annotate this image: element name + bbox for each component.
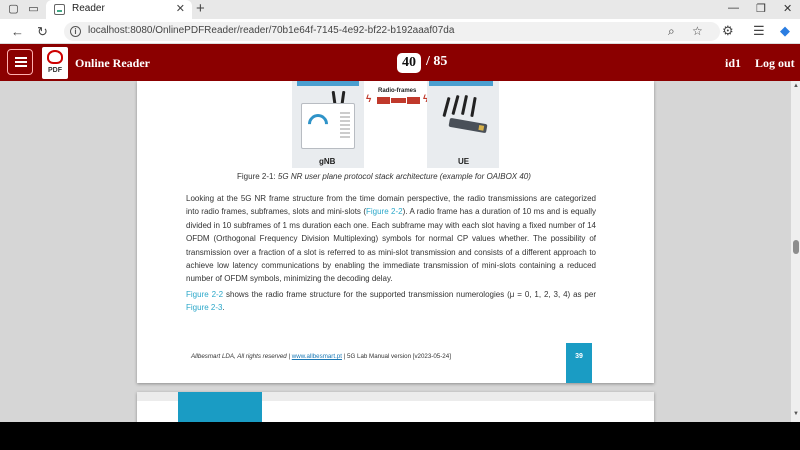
pdf-logo-icon: PDF [42,47,68,79]
radio-frame-bar [377,97,420,104]
favorite-star-icon[interactable]: ☆ [692,24,703,38]
vertical-scrollbar[interactable]: ▲ ▼ [791,81,800,422]
pdf-swirl [47,50,63,64]
copilot-icon[interactable]: ◆ [780,23,790,39]
current-page-input[interactable]: 40 [397,53,421,73]
figure-2-3-link[interactable]: Figure 2-3 [186,303,222,312]
url-text: localhost:8080/OnlinePDFReader/reader/70… [88,25,455,36]
paragraph: Looking at the 5G NR frame structure fro… [186,192,596,286]
page-footer: Allbesmart LDA, All rights reserved | ww… [191,353,451,360]
gnb-device-icon [301,103,355,149]
figure-topbar [429,81,493,86]
radio-frames-label: Radio-frames [378,88,417,94]
footer-copyright: Allbesmart LDA, All rights reserved [191,353,287,360]
footer-version: 5G Lab Manual version [v2023-05-24] [347,353,451,360]
page-separator: / [426,54,430,69]
paragraph-text: ). A radio frame has a duration of 10 ms… [186,207,596,284]
page-header-block [178,392,262,422]
extensions-icon[interactable]: ⚙ [722,23,734,39]
browser-tab-strip: ▢ ▭ Reader ✕ + — ❐ ✕ [0,0,800,19]
tab-close-icon[interactable]: ✕ [176,2,185,15]
figure-gnb-panel: gNB [292,81,364,168]
app-title: Online Reader [75,56,150,70]
browser-tab[interactable]: Reader ✕ [46,0,192,19]
radio-frame-slot [390,97,407,104]
zoom-icon[interactable]: ⌕ [668,24,675,39]
paragraph: Figure 2-2 shows the radio frame structu… [186,288,596,315]
hamburger-line [15,65,27,67]
figure-caption: Figure 2-1: 5G NR user plane protocol st… [237,172,531,181]
footer-website-link[interactable]: www.allbesmart.pt [292,353,342,360]
favorites-bar-icon[interactable]: ☰ [753,23,765,39]
figure-2-2-link[interactable]: Figure 2-2 [186,290,223,299]
restore-icon[interactable]: ❐ [756,2,766,15]
tab-favicon-icon [54,4,65,15]
ue-modem-icon [448,117,488,134]
radio-wave-icon: ϟ [366,94,372,105]
paragraph-text: shows the radio frame structure for the … [223,289,596,299]
back-icon[interactable]: ← [11,24,24,39]
caption-prefix: Figure 2-1: [237,172,276,181]
app-header: PDF Online Reader 40 / 85 id1 Log out [0,44,800,81]
gnb-label: gNB [319,157,336,166]
pdf-logo-text: PDF [48,67,62,74]
reload-icon[interactable]: ↻ [37,24,48,40]
logout-button[interactable]: Log out [755,56,795,71]
menu-button[interactable] [7,49,33,75]
pdf-page: gNB Radio-frames ϟ ϟ UE Figure 2-1: 5G N… [137,81,654,383]
hamburger-line [15,61,27,63]
hamburger-line [15,57,27,59]
close-window-icon[interactable]: ✕ [783,2,792,15]
antenna-icon [460,94,469,116]
pdf-next-page [137,392,654,422]
device-vent [340,112,350,140]
scroll-up-icon[interactable]: ▲ [793,83,799,89]
modem-chip [478,124,485,131]
address-bar: ← ↻ i localhost:8080/OnlinePDFReader/rea… [0,19,800,44]
scrollbar-thumb[interactable] [793,240,799,254]
wifi-icon [303,109,333,139]
new-tab-icon[interactable]: + [196,0,205,17]
ue-label: UE [458,157,470,166]
url-field[interactable]: i localhost:8080/OnlinePDFReader/reader/… [64,22,720,41]
tab-actions-icon[interactable]: ▭ [27,3,40,16]
figure-topbar [297,81,359,86]
page-total: / 85 [426,54,447,70]
antenna-icon [451,94,460,116]
pdf-viewer[interactable]: gNB Radio-frames ϟ ϟ UE Figure 2-1: 5G N… [0,81,800,422]
info-icon[interactable]: i [70,26,81,37]
minimize-icon[interactable]: — [728,2,739,14]
scroll-down-icon[interactable]: ▼ [793,411,799,417]
screen: ▢ ▭ Reader ✕ + — ❐ ✕ ← ↻ i localhost:808… [0,0,800,422]
user-id: id1 [725,56,742,70]
total-pages: 85 [433,54,448,69]
tab-title: Reader [72,3,105,14]
footer-page-number: 39 [566,343,592,383]
antenna-icon [442,96,451,118]
profile-icon[interactable]: ▢ [7,3,20,16]
figure-ue-panel: UE [427,81,499,168]
caption-text: 5G NR user plane protocol stack architec… [277,172,531,181]
body-text: Looking at the 5G NR frame structure fro… [186,192,596,315]
antenna-icon [470,96,477,118]
figure-2-2-link[interactable]: Figure 2-2 [366,207,403,216]
paragraph-text: . [222,303,225,313]
